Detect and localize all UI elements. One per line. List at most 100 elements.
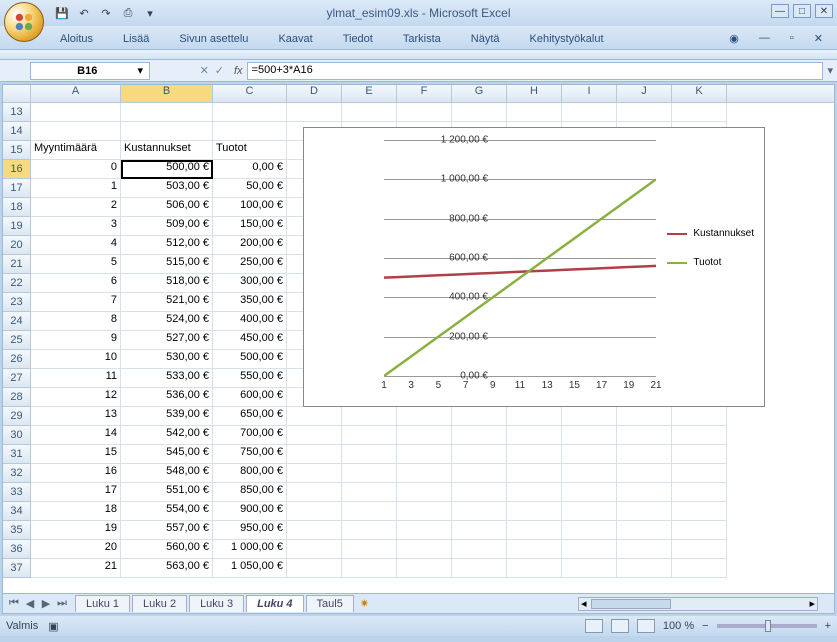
cell[interactable]: 50,00 € (213, 179, 287, 198)
cell[interactable] (397, 502, 452, 521)
ribbon-restore-icon[interactable]: ▫ (784, 28, 800, 49)
ribbon-tab[interactable]: Tarkista (397, 29, 447, 49)
cancel-icon[interactable]: ✕ (200, 64, 209, 77)
cell[interactable] (617, 540, 672, 559)
cell[interactable] (342, 426, 397, 445)
cell[interactable] (287, 521, 342, 540)
cell[interactable]: 518,00 € (121, 274, 213, 293)
cell[interactable] (562, 540, 617, 559)
cell[interactable]: 18 (31, 502, 121, 521)
cell[interactable]: 506,00 € (121, 198, 213, 217)
cell[interactable] (562, 445, 617, 464)
row-header[interactable]: 23 (3, 293, 31, 312)
sheet-tab[interactable]: Luku 2 (132, 595, 187, 612)
row-header[interactable]: 15 (3, 141, 31, 160)
column-header[interactable]: B (121, 85, 213, 102)
cell[interactable] (287, 426, 342, 445)
select-all-button[interactable] (3, 85, 31, 102)
cell[interactable]: 10 (31, 350, 121, 369)
cell[interactable] (287, 540, 342, 559)
cell[interactable]: 539,00 € (121, 407, 213, 426)
cell[interactable] (452, 426, 507, 445)
cell[interactable]: 500,00 € (213, 350, 287, 369)
qat-dropdown-icon[interactable]: ▾ (142, 5, 158, 21)
cell[interactable] (342, 521, 397, 540)
cell[interactable]: 21 (31, 559, 121, 578)
cell[interactable]: 524,00 € (121, 312, 213, 331)
cell[interactable] (617, 464, 672, 483)
formula-expand-icon[interactable]: ▾ (823, 64, 837, 77)
ribbon-tab[interactable]: Kaavat (272, 29, 318, 49)
cell[interactable]: 900,00 € (213, 502, 287, 521)
cell[interactable] (562, 521, 617, 540)
row-header[interactable]: 19 (3, 217, 31, 236)
cell[interactable] (342, 464, 397, 483)
column-header[interactable]: C (213, 85, 287, 102)
cell[interactable] (672, 502, 727, 521)
cell[interactable] (397, 483, 452, 502)
cell[interactable] (672, 540, 727, 559)
ribbon-tab[interactable]: Lisää (117, 29, 155, 49)
cell[interactable] (617, 103, 672, 122)
cell[interactable]: 100,00 € (213, 198, 287, 217)
close-button[interactable]: ✕ (815, 4, 833, 18)
print-icon[interactable]: ⎙ (120, 5, 136, 21)
ribbon-tab[interactable]: Tiedot (337, 29, 379, 49)
cell[interactable]: 548,00 € (121, 464, 213, 483)
sheet-tab[interactable]: Taul5 (306, 595, 354, 612)
cell[interactable]: 1 050,00 € (213, 559, 287, 578)
cell[interactable]: 600,00 € (213, 388, 287, 407)
cell[interactable] (213, 122, 287, 141)
cell[interactable] (452, 521, 507, 540)
cell[interactable] (562, 103, 617, 122)
tab-last-icon[interactable]: ⏭ (55, 597, 69, 610)
cell[interactable]: 7 (31, 293, 121, 312)
row-header[interactable]: 14 (3, 122, 31, 141)
column-header[interactable]: I (562, 85, 617, 102)
cell[interactable]: 250,00 € (213, 255, 287, 274)
cell[interactable] (452, 502, 507, 521)
ribbon-tab[interactable]: Kehitystyökalut (524, 29, 610, 49)
row-header[interactable]: 22 (3, 274, 31, 293)
cell[interactable] (287, 464, 342, 483)
cell[interactable] (397, 445, 452, 464)
cell[interactable] (121, 122, 213, 141)
column-header[interactable]: H (507, 85, 562, 102)
cell[interactable] (287, 407, 342, 426)
cell[interactable] (672, 483, 727, 502)
minimize-button[interactable]: — (771, 4, 789, 18)
cell[interactable]: 15 (31, 445, 121, 464)
row-header[interactable]: 25 (3, 331, 31, 350)
cell[interactable]: 503,00 € (121, 179, 213, 198)
cell[interactable]: 2 (31, 198, 121, 217)
cell[interactable]: 557,00 € (121, 521, 213, 540)
cell[interactable]: 550,00 € (213, 369, 287, 388)
row-header[interactable]: 30 (3, 426, 31, 445)
cell[interactable]: 1 000,00 € (213, 540, 287, 559)
sheet-tab[interactable]: Luku 3 (189, 595, 244, 612)
cell[interactable] (287, 502, 342, 521)
cell[interactable]: 800,00 € (213, 464, 287, 483)
row-header[interactable]: 24 (3, 312, 31, 331)
cell[interactable] (342, 502, 397, 521)
cell[interactable]: 515,00 € (121, 255, 213, 274)
chart[interactable]: 0,00 €200,00 €400,00 €600,00 €800,00 €1 … (303, 127, 765, 407)
cell[interactable] (287, 445, 342, 464)
cell[interactable] (342, 540, 397, 559)
zoom-in-icon[interactable]: + (825, 620, 831, 632)
tab-prev-icon[interactable]: ◀ (23, 597, 37, 610)
cell[interactable] (507, 407, 562, 426)
cell[interactable] (452, 103, 507, 122)
cell[interactable] (672, 407, 727, 426)
scroll-left-icon[interactable]: ◂ (581, 597, 587, 610)
cell[interactable] (397, 521, 452, 540)
cell[interactable]: 700,00 € (213, 426, 287, 445)
cell[interactable]: 950,00 € (213, 521, 287, 540)
column-header[interactable]: D (287, 85, 342, 102)
cell[interactable] (562, 559, 617, 578)
cell[interactable] (507, 464, 562, 483)
cell[interactable] (342, 559, 397, 578)
zoom-level[interactable]: 100 % (663, 620, 694, 632)
cell[interactable] (672, 445, 727, 464)
maximize-button[interactable]: □ (793, 4, 811, 18)
